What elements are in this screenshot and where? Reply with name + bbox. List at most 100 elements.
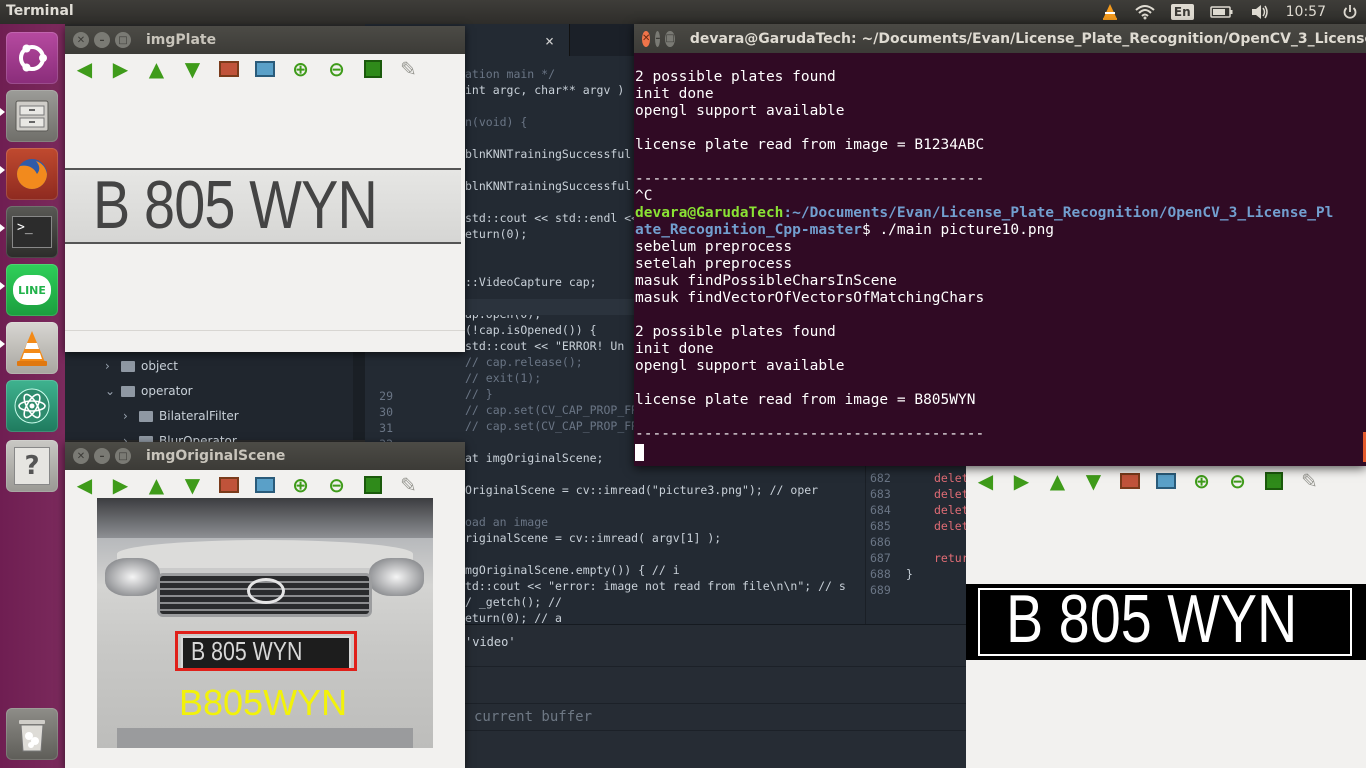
code-text: retur xyxy=(934,551,969,565)
wifi-icon[interactable] xyxy=(1127,0,1163,24)
zoom-in-icon[interactable]: ⊕ xyxy=(289,57,312,81)
line-icon[interactable]: LINE xyxy=(6,264,58,316)
code-line: std::cout << std::endl << " xyxy=(465,211,652,225)
clock[interactable]: 10:57 xyxy=(1278,0,1334,24)
arrow-right-icon[interactable]: ▶ xyxy=(1010,469,1033,493)
tree-item[interactable]: ⌄ operator xyxy=(105,381,193,401)
tab-close-icon[interactable]: × xyxy=(545,32,554,50)
arrow-up-icon[interactable]: ▲ xyxy=(1046,469,1069,493)
maximize-icon[interactable]: □ xyxy=(115,32,131,48)
power-icon[interactable] xyxy=(1334,0,1366,24)
window-titlebar[interactable]: ✕ – □ imgOriginalScene xyxy=(65,442,465,470)
terminal-icon[interactable]: >_ xyxy=(6,206,58,258)
window-titlebar[interactable]: ✕ – □ imgPlate xyxy=(65,26,465,54)
code-line: 683 delet xyxy=(866,486,969,502)
minimize-icon[interactable]: – xyxy=(94,448,110,464)
zoom-in-icon[interactable]: ⊕ xyxy=(289,473,312,497)
image-icon[interactable] xyxy=(217,58,240,81)
line-number: 29 xyxy=(379,389,393,403)
tree-item[interactable]: › BilateralFilter xyxy=(123,406,239,426)
battery-icon[interactable] xyxy=(1202,0,1242,24)
car-image: B 805 WYN B805WYN xyxy=(97,498,433,748)
brush-icon[interactable]: ✎ xyxy=(397,473,420,497)
code-line: at imgOriginalScene; xyxy=(465,451,604,465)
code-line: 686 xyxy=(866,534,967,550)
code-line: 688} xyxy=(866,566,967,582)
close-icon[interactable]: ✕ xyxy=(73,448,89,464)
image-icon[interactable] xyxy=(217,474,240,497)
arrow-left-icon[interactable]: ◀ xyxy=(73,57,96,81)
minimize-icon[interactable]: – xyxy=(94,32,110,48)
window-titlebar[interactable]: ✕ – □ devara@GarudaTech: ~/Documents/Eva… xyxy=(634,24,1366,53)
chevron-right-icon[interactable]: › xyxy=(105,359,115,373)
vlc-icon[interactable] xyxy=(1093,0,1127,24)
code-line: // exit(1); xyxy=(465,371,542,385)
tree-item-label: BilateralFilter xyxy=(159,409,239,423)
trash-icon[interactable] xyxy=(6,708,58,760)
firefox-icon[interactable] xyxy=(6,148,58,200)
terminal-line: ate_Recognition_Cpp-master$ ./main pictu… xyxy=(635,222,1333,239)
code-line: OriginalScene = cv::imread("picture3.png… xyxy=(465,483,819,497)
question-icon[interactable]: ? xyxy=(6,440,58,492)
zoom-out-icon[interactable]: ⊖ xyxy=(1226,469,1249,493)
line-number: 687 xyxy=(870,551,891,565)
arrow-up-icon[interactable]: ▲ xyxy=(145,57,168,81)
zoom-region-icon[interactable] xyxy=(253,58,276,81)
maximize-icon[interactable]: □ xyxy=(115,448,131,464)
vlc-icon[interactable] xyxy=(6,322,58,374)
arrow-left-icon[interactable]: ◀ xyxy=(974,469,997,493)
top-panel: Terminal En 10:57 xyxy=(0,0,1366,24)
terminal-line: init done xyxy=(635,341,714,357)
brush-icon[interactable]: ✎ xyxy=(1298,469,1321,493)
code-line: eturn(0); xyxy=(465,227,528,241)
terminal-line: opengl support available xyxy=(635,103,845,119)
minimize-icon[interactable]: – xyxy=(655,30,661,47)
code-line: 685 delet xyxy=(866,518,969,534)
maximize-icon[interactable]: □ xyxy=(665,30,675,47)
zoom-out-icon[interactable]: ⊖ xyxy=(325,57,348,81)
line-number: 689 xyxy=(870,583,891,597)
image-icon[interactable] xyxy=(1118,470,1141,493)
close-icon[interactable]: ✕ xyxy=(642,30,651,47)
line-number: 30 xyxy=(379,405,393,419)
code-line: mgOriginalScene.empty()) { // i xyxy=(465,563,680,577)
chevron-down-icon[interactable]: ⌄ xyxy=(105,384,115,398)
atom-icon[interactable] xyxy=(6,380,58,432)
save-icon[interactable] xyxy=(361,58,384,81)
code-line: 682 delet xyxy=(866,470,969,486)
code-line: (!cap.isOpened()) { xyxy=(465,323,597,337)
terminal-line: devara@GarudaTech:~/Documents/Evan/Licen… xyxy=(635,205,1333,222)
arrow-left-icon[interactable]: ◀ xyxy=(73,473,96,497)
keyboard-layout-indicator[interactable]: En xyxy=(1163,0,1202,24)
zoom-out-icon[interactable]: ⊖ xyxy=(325,473,348,497)
close-icon[interactable]: ✕ xyxy=(73,32,89,48)
tree-item[interactable]: › object xyxy=(105,356,178,376)
save-icon[interactable] xyxy=(1262,470,1285,493)
volume-icon[interactable] xyxy=(1242,0,1278,24)
zoom-region-icon[interactable] xyxy=(253,474,276,497)
arrow-down-icon[interactable]: ▼ xyxy=(181,473,204,497)
ubuntu-icon[interactable] xyxy=(6,32,58,84)
code-line: ::VideoCapture cap; xyxy=(465,275,597,289)
brush-icon[interactable]: ✎ xyxy=(397,57,420,81)
code-line: ation main */ xyxy=(465,67,556,81)
line-number: 685 xyxy=(870,519,891,533)
arrow-down-icon[interactable]: ▼ xyxy=(1082,469,1105,493)
system-tray: En 10:57 xyxy=(1093,0,1366,24)
zoom-region-icon[interactable] xyxy=(1154,470,1177,493)
chevron-right-icon[interactable]: › xyxy=(123,409,133,423)
arrow-right-icon[interactable]: ▶ xyxy=(109,57,132,81)
arrow-right-icon[interactable]: ▶ xyxy=(109,473,132,497)
code-area-split[interactable]: 681delet682delet683delet684delet685delet… xyxy=(865,454,969,629)
save-icon[interactable] xyxy=(361,474,384,497)
arrow-up-icon[interactable]: ▲ xyxy=(145,473,168,497)
arrow-down-icon[interactable]: ▼ xyxy=(181,57,204,81)
zoom-in-icon[interactable]: ⊕ xyxy=(1190,469,1213,493)
code-line: 689 xyxy=(866,582,967,598)
terminal-output[interactable]: 2 possible plates found init done opengl s… xyxy=(635,69,1333,443)
threshold-plate-image: B 805 WYN xyxy=(966,584,1366,660)
files-icon[interactable] xyxy=(6,90,58,142)
